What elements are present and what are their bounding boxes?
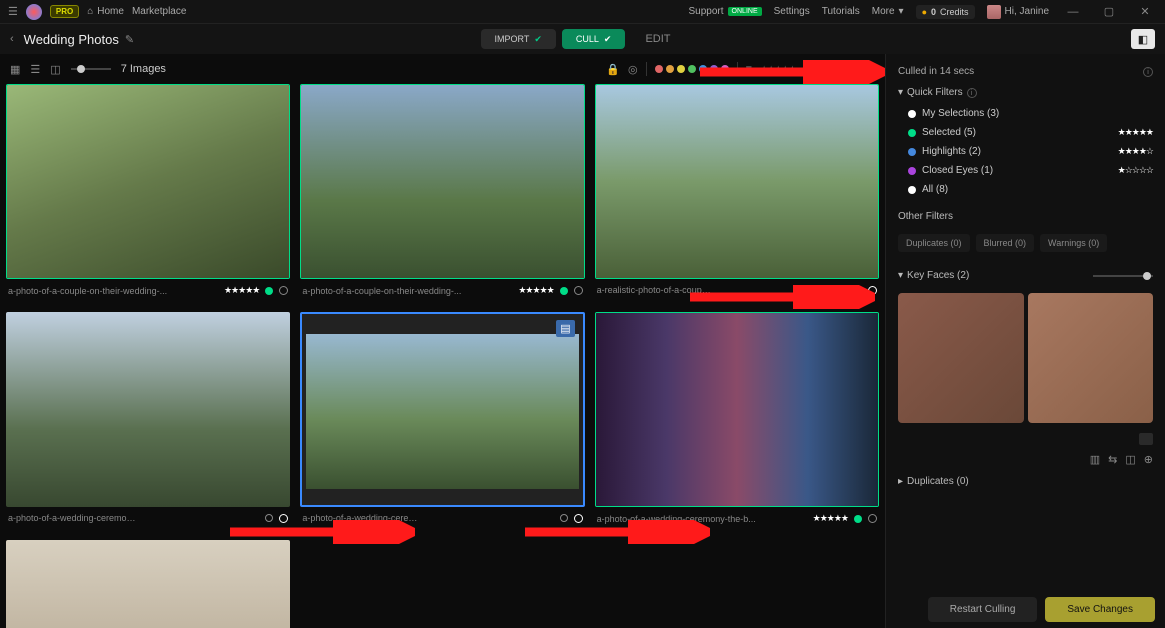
- app-logo: [26, 4, 42, 20]
- image-card[interactable]: [6, 540, 290, 628]
- window-maximize-icon[interactable]: ▢: [1097, 5, 1121, 18]
- nav-tutorials[interactable]: Tutorials: [822, 6, 860, 17]
- rating-filter[interactable]: ★★★★★: [760, 64, 795, 75]
- sort-icon[interactable]: ↑↓: [829, 63, 840, 75]
- edit-title-icon[interactable]: ✎: [125, 33, 134, 46]
- back-icon[interactable]: ‹: [10, 33, 14, 45]
- toolbar: ‹ Wedding Photos ✎ IMPORT ✔ CULL ✔ EDIT …: [0, 24, 1165, 54]
- quick-filter-row[interactable]: My Selections (3): [898, 104, 1153, 123]
- credits-badge[interactable]: ● 0 Credits: [916, 5, 975, 19]
- filter-chip[interactable]: Blurred (0): [976, 234, 1035, 252]
- key-faces-slider[interactable]: [1093, 275, 1153, 277]
- info-icon[interactable]: i: [1143, 67, 1153, 77]
- filter-chip[interactable]: Duplicates (0): [898, 234, 970, 252]
- grid-view-icon[interactable]: ▦: [10, 63, 20, 76]
- nav-settings[interactable]: Settings: [774, 6, 810, 17]
- image-filename: a-photo-of-a-wedding-cere…: [302, 513, 553, 523]
- quick-filter-row[interactable]: Closed Eyes (1)★☆☆☆☆: [898, 161, 1153, 180]
- equals-icon[interactable]: =: [746, 63, 752, 75]
- nav-support[interactable]: Support ONLINE: [689, 6, 762, 17]
- list-view-icon[interactable]: ☰: [30, 63, 40, 76]
- color-label-filter[interactable]: [655, 65, 729, 73]
- rating-stars[interactable]: ★★★★★: [518, 285, 553, 296]
- rating-stars[interactable]: ★★★★★: [224, 285, 259, 296]
- image-filename: a-photo-of-a-couple-on-their-wedding-...: [8, 286, 218, 296]
- restart-culling-button[interactable]: Restart Culling: [928, 597, 1038, 622]
- other-filters-header: Other Filters: [898, 205, 1153, 228]
- image-filename: a-photo-of-a-wedding-ceremo…: [8, 513, 259, 523]
- color-tag[interactable]: [265, 514, 273, 522]
- color-tag[interactable]: [560, 514, 568, 522]
- image-filename: a-realistic-photo-of-a-coup…: [597, 285, 848, 295]
- key-faces-header[interactable]: ▾ Key Faces (2): [898, 264, 1153, 287]
- menu-icon[interactable]: ☰: [8, 5, 18, 18]
- grid-controls: ▦ ☰ ◫ 7 Images 🔒 ◎ = ★★★★★ ▽ ↑↓ ⚙ ✦: [0, 54, 885, 84]
- key-face-2[interactable]: [1028, 293, 1154, 423]
- face-split-icon[interactable]: [1139, 433, 1153, 445]
- sidebar: Culled in 14 secs i ▾ Quick Filters i My…: [885, 54, 1165, 628]
- quick-filters-header[interactable]: ▾ Quick Filters i: [898, 81, 1153, 104]
- quick-filter-row[interactable]: Selected (5)★★★★★: [898, 123, 1153, 142]
- nav-marketplace[interactable]: Marketplace: [132, 6, 186, 17]
- window-minimize-icon[interactable]: —: [1061, 6, 1085, 18]
- compare-view-icon[interactable]: ◫: [50, 63, 60, 76]
- window-close-icon[interactable]: ✕: [1133, 5, 1157, 18]
- face-tool2-icon[interactable]: ⇆: [1108, 453, 1117, 466]
- lock-icon[interactable]: 🔒: [606, 63, 620, 76]
- panel-toggle-icon[interactable]: ◧: [1131, 29, 1155, 49]
- culled-status: Culled in 14 secs: [898, 66, 974, 77]
- duplicates-header[interactable]: ▸ Duplicates (0): [898, 470, 1153, 493]
- select-circle[interactable]: [574, 286, 583, 295]
- import-button[interactable]: IMPORT ✔: [480, 29, 555, 49]
- image-card[interactable]: ▤ a-photo-of-a-wedding-cere…: [300, 312, 584, 530]
- key-face-1[interactable]: [898, 293, 1024, 423]
- select-circle[interactable]: [279, 514, 288, 523]
- page-title: Wedding Photos ✎: [24, 32, 134, 47]
- face-tool3-icon[interactable]: ◫: [1125, 453, 1135, 466]
- quick-filter-row[interactable]: Highlights (2)★★★★☆: [898, 142, 1153, 161]
- stack-icon[interactable]: ▤: [556, 320, 574, 337]
- image-filename: a-photo-of-a-wedding-ceremony-the-b...: [597, 514, 807, 524]
- rating-stars[interactable]: ★★★★★: [813, 513, 848, 524]
- image-card[interactable]: a-photo-of-a-couple-on-their-wedding-...…: [6, 84, 290, 302]
- color-tag[interactable]: [560, 287, 568, 295]
- wand-icon[interactable]: ✦: [866, 63, 875, 76]
- select-circle[interactable]: [574, 514, 583, 523]
- image-filename: a-photo-of-a-couple-on-their-wedding-...: [302, 286, 512, 296]
- image-card[interactable]: a-realistic-photo-of-a-coup…: [595, 84, 879, 302]
- face-tool1-icon[interactable]: ▥: [1090, 453, 1100, 466]
- edit-button[interactable]: EDIT: [631, 29, 684, 49]
- filter-icon[interactable]: ▽: [812, 63, 820, 76]
- image-card[interactable]: a-photo-of-a-couple-on-their-wedding-...…: [300, 84, 584, 302]
- gear-icon[interactable]: ⚙: [848, 63, 858, 76]
- quick-filter-row[interactable]: All (8): [898, 180, 1153, 199]
- nav-home[interactable]: ⌂ Home: [87, 6, 124, 17]
- thumbnail-size-slider[interactable]: [71, 68, 111, 70]
- color-tag[interactable]: [854, 515, 862, 523]
- select-circle[interactable]: [279, 286, 288, 295]
- image-count: 7 Images: [121, 63, 166, 75]
- color-tag[interactable]: [854, 286, 862, 294]
- user-greeting[interactable]: Hi, Janine: [987, 5, 1049, 19]
- titlebar: ☰ PRO ⌂ Home Marketplace Support ONLINE …: [0, 0, 1165, 24]
- face-tool4-icon[interactable]: ⊕: [1144, 453, 1153, 466]
- select-circle[interactable]: [868, 514, 877, 523]
- pro-badge: PRO: [50, 5, 79, 18]
- cull-button[interactable]: CULL ✔: [562, 29, 626, 49]
- save-changes-button[interactable]: Save Changes: [1045, 597, 1155, 622]
- target-icon[interactable]: ◎: [628, 63, 638, 76]
- filter-chip[interactable]: Warnings (0): [1040, 234, 1107, 252]
- select-circle[interactable]: [868, 286, 877, 295]
- nav-more[interactable]: More ▾: [872, 6, 904, 17]
- image-card[interactable]: a-photo-of-a-wedding-ceremo…: [6, 312, 290, 530]
- color-tag[interactable]: [265, 287, 273, 295]
- image-card[interactable]: a-photo-of-a-wedding-ceremony-the-b... ★★…: [595, 312, 879, 530]
